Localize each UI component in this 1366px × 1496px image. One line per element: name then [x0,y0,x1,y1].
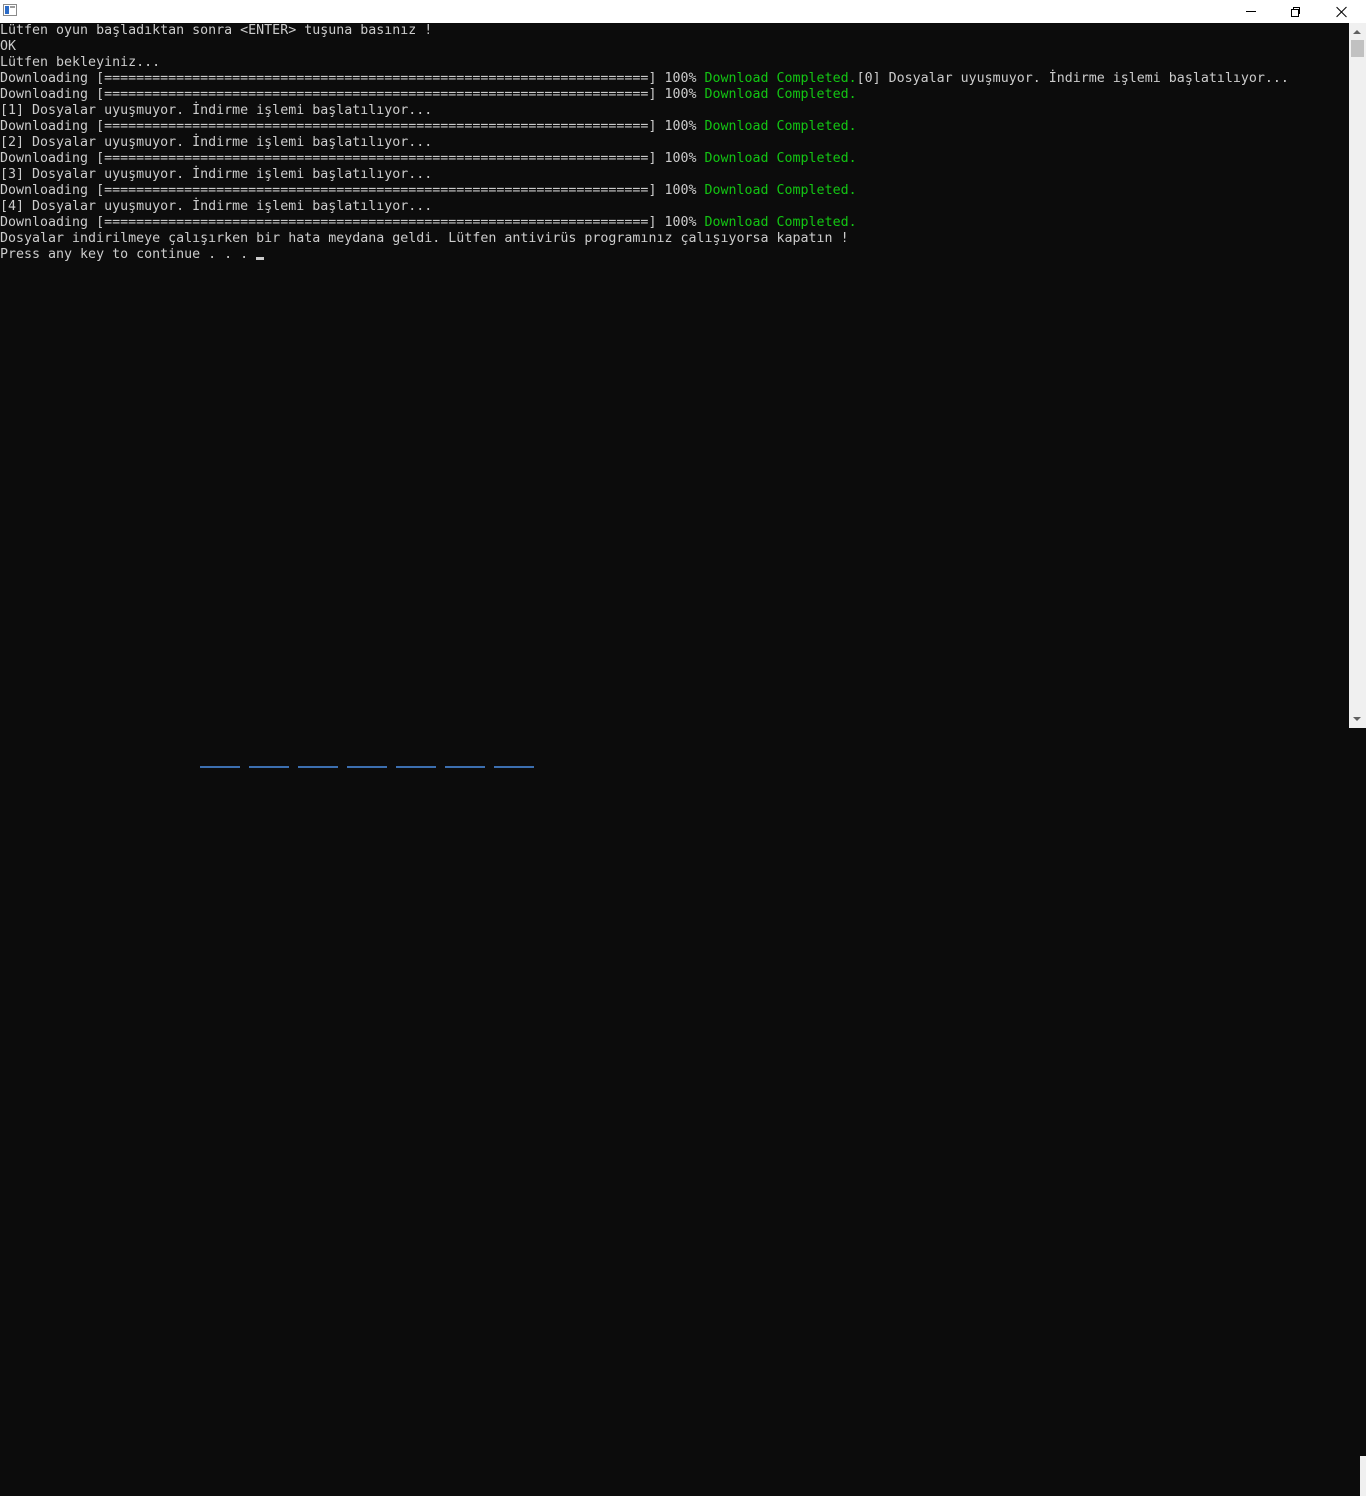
scrollbar-thumb[interactable] [1351,40,1364,57]
console-output[interactable]: Lütfen oyun başladıktan sonra <ENTER> tu… [0,23,1349,728]
console-line: [3] Dosyalar uyuşmuyor. İndirme işlemi b… [0,167,1349,183]
download-completed-status: Download Completed. [704,119,857,134]
window-edge [1360,1456,1366,1496]
vertical-scrollbar[interactable] [1349,23,1366,728]
download-completed-status: Download Completed. [704,183,857,198]
download-completed-status: Download Completed. [704,87,857,102]
download-completed-status: Download Completed. [704,151,857,166]
taskbar-strip [0,728,1366,1496]
console-line-text: Downloading [===========================… [0,183,705,198]
console-line-text: Downloading [===========================… [0,71,705,86]
console-line-text: Downloading [===========================… [0,215,705,230]
console-line-text: Press any key to continue . . . [0,247,257,262]
console-line: Lütfen oyun başladıktan sonra <ENTER> tu… [0,23,1349,39]
console-line-text: [1] Dosyalar uyuşmuyor. İndirme işlemi b… [0,103,433,118]
console-line: Downloading [===========================… [0,87,1349,103]
console-line-tail: [0] Dosyalar uyuşmuyor. İndirme işlemi b… [856,71,1289,86]
download-completed-status: Download Completed. [704,71,857,86]
console-line: Press any key to continue . . . [0,247,1349,263]
console-line: Downloading [===========================… [0,151,1349,167]
console-line: Downloading [===========================… [0,215,1349,231]
minimize-button[interactable] [1228,0,1274,23]
console-line-text: [4] Dosyalar uyuşmuyor. İndirme işlemi b… [0,199,433,214]
scroll-down-arrow-icon[interactable] [1353,717,1361,721]
console-line-text: Lütfen bekleyiniz... [0,55,161,70]
minimize-icon [1246,11,1256,12]
console-line-text: [3] Dosyalar uyuşmuyor. İndirme işlemi b… [0,167,433,182]
scroll-up-arrow-icon[interactable] [1353,30,1361,34]
text-cursor [256,257,265,260]
console-line: [1] Dosyalar uyuşmuyor. İndirme işlemi b… [0,103,1349,119]
console-line-text: Downloading [===========================… [0,151,705,166]
console-line: Dosyalar indirilmeye çalışırken bir hata… [0,231,1349,247]
console-line: [4] Dosyalar uyuşmuyor. İndirme işlemi b… [0,199,1349,215]
console-line-text: Dosyalar indirilmeye çalışırken bir hata… [0,231,849,246]
console-line: Downloading [===========================… [0,183,1349,199]
close-icon [1336,6,1348,18]
console-line: Downloading [===========================… [0,71,1349,87]
console-app-icon[interactable] [3,4,17,16]
console-line-text: Lütfen oyun başladıktan sonra <ENTER> tu… [0,23,433,38]
console-line-text: OK [0,39,17,54]
console-line: Downloading [===========================… [0,119,1349,135]
close-button[interactable] [1319,0,1365,23]
restore-button[interactable] [1273,0,1319,23]
download-completed-status: Download Completed. [704,215,857,230]
console-line: OK [0,39,1349,55]
console-line-text: Downloading [===========================… [0,119,705,134]
console-line: Lütfen bekleyiniz... [0,55,1349,71]
console-line-text: Downloading [===========================… [0,87,705,102]
restore-icon [1291,6,1301,17]
console-window: Lütfen oyun başladıktan sonra <ENTER> tu… [0,0,1366,1496]
title-bar[interactable] [0,0,1366,23]
console-line-text: [2] Dosyalar uyuşmuyor. İndirme işlemi b… [0,135,433,150]
console-line: [2] Dosyalar uyuşmuyor. İndirme işlemi b… [0,135,1349,151]
